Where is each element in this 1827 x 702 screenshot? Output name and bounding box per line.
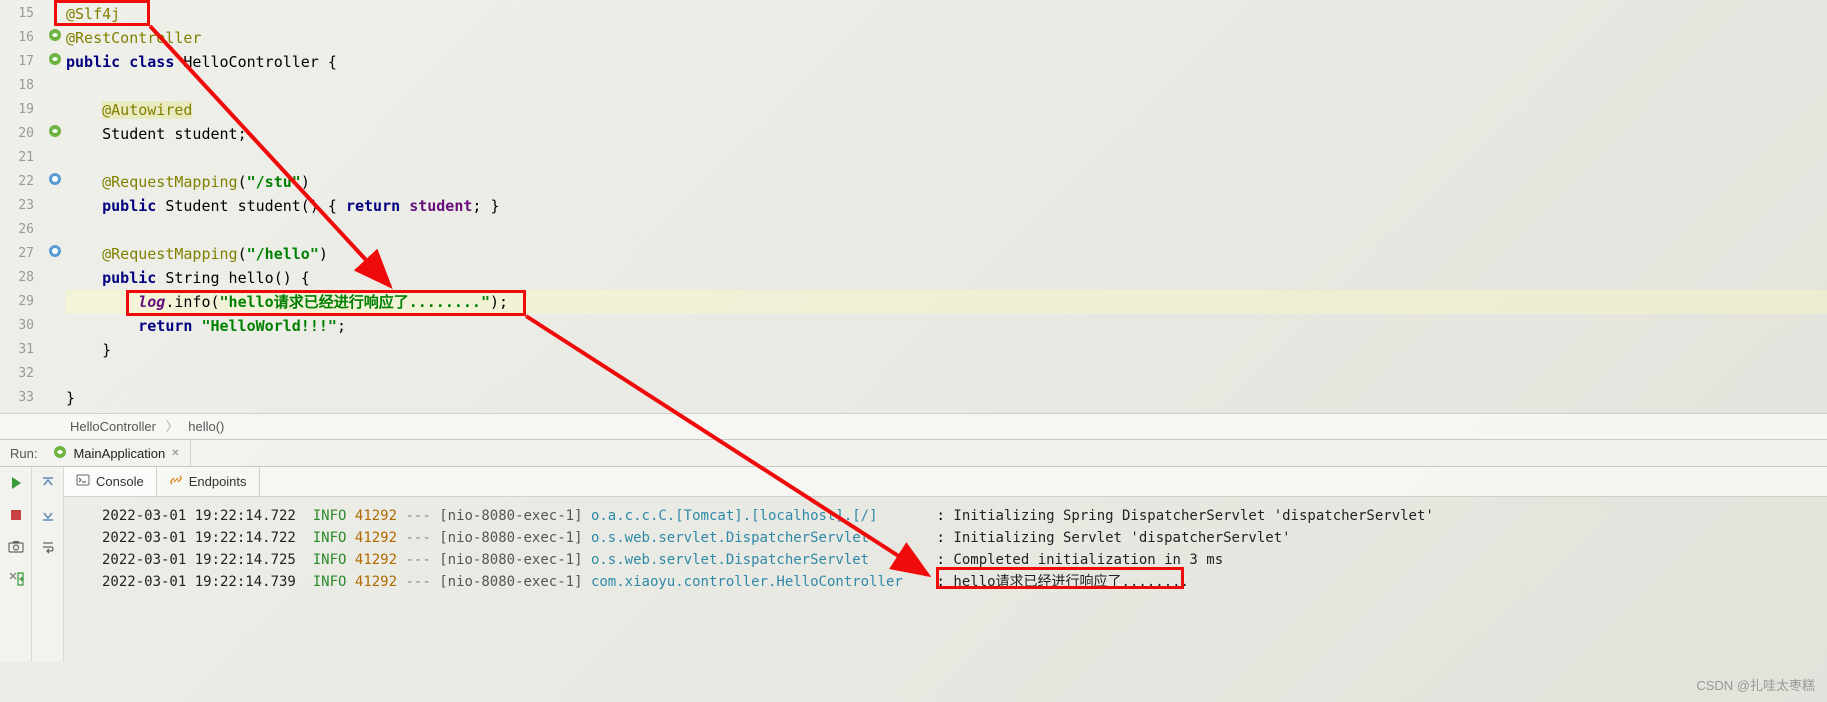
breadcrumb-method[interactable]: hello() <box>188 419 224 434</box>
code-content[interactable]: @Slf4j @RestController public class Hell… <box>66 0 1827 413</box>
code-line[interactable]: } <box>66 386 1827 410</box>
console-output[interactable]: 2022-03-01 19:22:14.722 INFO 41292 --- [… <box>64 497 1827 662</box>
breadcrumb-class[interactable]: HelloController <box>70 419 156 434</box>
run-tool-header: Run: MainApplication ✕ <box>0 439 1827 467</box>
code-line[interactable]: @Slf4j <box>66 2 1827 26</box>
code-line[interactable]: log.info("hello请求已经进行响应了........"); <box>66 290 1827 314</box>
code-line[interactable]: @RequestMapping("/stu") <box>66 170 1827 194</box>
code-line[interactable]: Student student; <box>66 122 1827 146</box>
rerun-button[interactable] <box>6 473 26 493</box>
line-number: 17 <box>0 50 34 74</box>
code-line[interactable] <box>66 74 1827 98</box>
line-number: 22 <box>0 170 34 194</box>
code-line[interactable] <box>66 362 1827 386</box>
spring-boot-icon <box>53 445 67 462</box>
spring-bean-icon[interactable] <box>48 52 62 66</box>
console-side-toolbar <box>32 467 64 662</box>
line-number: 15 <box>0 2 34 26</box>
line-number: 23 <box>0 194 34 218</box>
gutter-icons <box>48 0 66 413</box>
close-icon[interactable]: ✕ <box>171 448 179 459</box>
code-line[interactable]: } <box>66 338 1827 362</box>
line-number: 27 <box>0 242 34 266</box>
code-line[interactable]: public String hello() { <box>66 266 1827 290</box>
code-line[interactable]: public Student student() { return studen… <box>66 194 1827 218</box>
code-editor[interactable]: 15 16 17 18 19 20 21 22 23 26 27 28 29 3… <box>0 0 1827 413</box>
console-icon <box>76 473 90 490</box>
tab-endpoints-label: Endpoints <box>189 474 247 489</box>
line-number: 21 <box>0 146 34 170</box>
tab-console-label: Console <box>96 474 144 489</box>
camera-icon[interactable] <box>6 537 26 557</box>
line-number: 30 <box>0 314 34 338</box>
line-number: 19 <box>0 98 34 122</box>
run-tool-window: Console Endpoints 2022-03-01 19:22:14.72… <box>0 467 1827 662</box>
scroll-up-icon[interactable] <box>38 473 58 493</box>
code-line[interactable]: @RestController <box>66 26 1827 50</box>
run-left-toolbar <box>0 467 32 662</box>
line-number: 28 <box>0 266 34 290</box>
code-line[interactable]: @RequestMapping("/hello") <box>66 242 1827 266</box>
line-number: 31 <box>0 338 34 362</box>
log-line: 2022-03-01 19:22:14.725 INFO 41292 --- [… <box>102 549 1827 571</box>
spring-bean-icon[interactable] <box>48 28 62 42</box>
line-gutter: 15 16 17 18 19 20 21 22 23 26 27 28 29 3… <box>0 0 48 413</box>
watermark: CSDN @扎哇太枣糕 <box>1696 675 1815 694</box>
log-line: 2022-03-01 19:22:14.739 INFO 41292 --- [… <box>102 571 1827 593</box>
code-line[interactable]: public class HelloController { <box>66 50 1827 74</box>
scroll-down-icon[interactable] <box>38 505 58 525</box>
line-number: 20 <box>0 122 34 146</box>
soft-wrap-icon[interactable] <box>38 537 58 557</box>
line-number: 18 <box>0 74 34 98</box>
line-number: 33 <box>0 386 34 410</box>
tab-console[interactable]: Console <box>64 467 157 496</box>
tab-endpoints[interactable]: Endpoints <box>157 467 260 496</box>
line-number: 29 <box>0 290 34 314</box>
line-number: 32 <box>0 362 34 386</box>
endpoints-icon <box>169 473 183 490</box>
run-content: Console Endpoints 2022-03-01 19:22:14.72… <box>64 467 1827 662</box>
web-mapping-icon[interactable] <box>48 172 62 186</box>
web-mapping-icon[interactable] <box>48 244 62 258</box>
code-line[interactable]: @Autowired <box>66 98 1827 122</box>
code-line[interactable] <box>66 146 1827 170</box>
log-line: 2022-03-01 19:22:14.722 INFO 41292 --- [… <box>102 505 1827 527</box>
stop-button[interactable] <box>6 505 26 525</box>
run-label: Run: <box>0 446 47 461</box>
exit-icon[interactable] <box>6 569 26 589</box>
console-tab-bar: Console Endpoints <box>64 467 1827 497</box>
run-config-tab[interactable]: MainApplication ✕ <box>47 440 190 466</box>
code-line[interactable]: return "HelloWorld!!!"; <box>66 314 1827 338</box>
breadcrumb-separator: 〉 <box>166 419 179 434</box>
line-number: 26 <box>0 218 34 242</box>
code-line[interactable] <box>66 218 1827 242</box>
breadcrumb[interactable]: HelloController 〉 hello() <box>0 413 1827 439</box>
run-config-name: MainApplication <box>73 446 165 461</box>
line-number: 16 <box>0 26 34 50</box>
log-line: 2022-03-01 19:22:14.722 INFO 41292 --- [… <box>102 527 1827 549</box>
spring-bean-icon[interactable] <box>48 124 62 138</box>
